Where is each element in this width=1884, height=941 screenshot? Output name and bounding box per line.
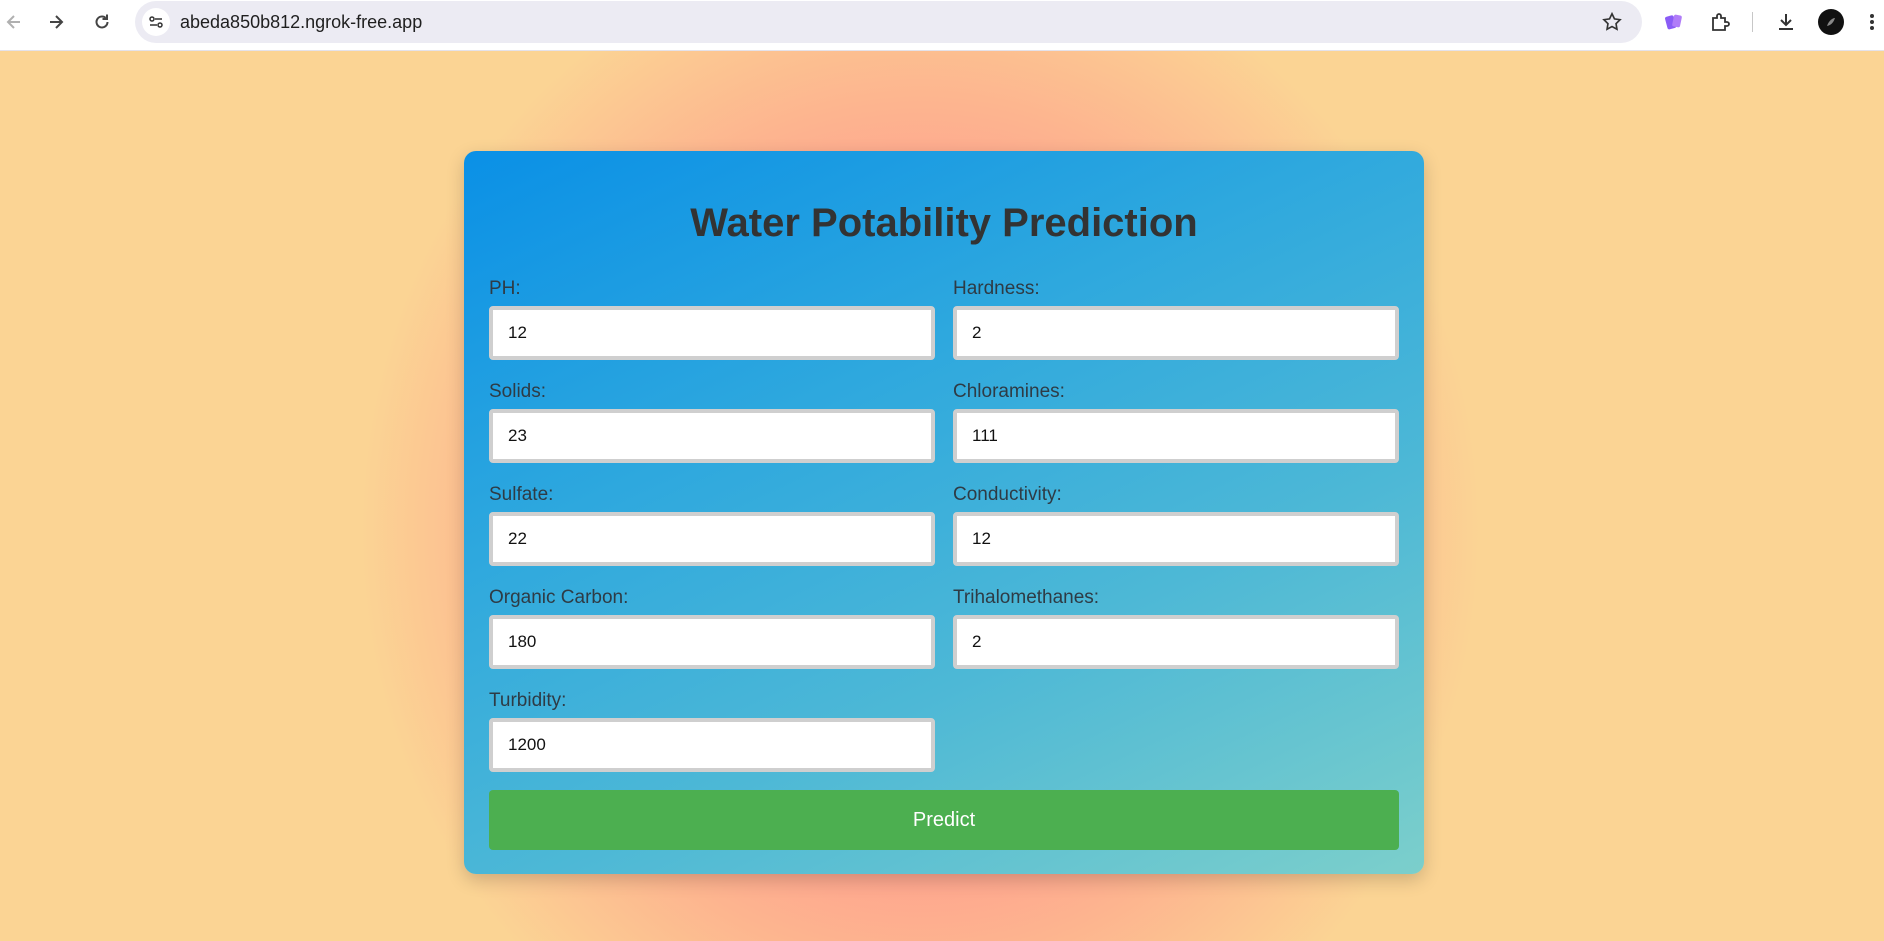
bookmark-star-icon[interactable] <box>1600 10 1624 34</box>
hardness-label: Hardness: <box>953 278 1040 299</box>
toolbar-divider <box>1752 12 1753 32</box>
page-title: Water Potability Prediction <box>690 201 1198 245</box>
trihalomethanes-input[interactable]: 2 <box>953 615 1399 669</box>
chloramines-input[interactable]: 111 <box>953 409 1399 463</box>
page-background: Water Potability Prediction PH: 12 Hardn… <box>0 51 1884 941</box>
hardness-input[interactable]: 2 <box>953 306 1399 360</box>
back-icon[interactable] <box>0 8 28 36</box>
profile-avatar[interactable] <box>1818 9 1844 35</box>
sulfate-input[interactable]: 22 <box>489 512 935 566</box>
hardness-field: Hardness: 2 <box>953 277 1399 360</box>
turbidity-field: Turbidity: 1200 <box>489 689 935 772</box>
organic-carbon-label: Organic Carbon: <box>489 587 629 608</box>
menu-kebab-icon[interactable] <box>1862 8 1882 36</box>
organic-carbon-field: Organic Carbon: 180 <box>489 586 935 669</box>
conductivity-field: Conductivity: 12 <box>953 483 1399 566</box>
trihalomethanes-label: Trihalomethanes: <box>953 587 1100 608</box>
ph-field: PH: 12 <box>489 277 935 360</box>
conductivity-label: Conductivity: <box>953 484 1062 505</box>
extensions-puzzle-icon[interactable] <box>1706 8 1734 36</box>
predict-button[interactable]: Predict <box>489 790 1399 850</box>
url-text: abeda850b812.ngrok-free.app <box>180 12 423 32</box>
solids-field: Solids: 23 <box>489 380 935 463</box>
browser-toolbar: abeda850b812.ngrok-free.app <box>0 0 1884 51</box>
extension-dice-icon[interactable] <box>1660 8 1688 36</box>
sulfate-label: Sulfate: <box>489 484 554 505</box>
forward-icon[interactable] <box>42 8 70 36</box>
download-icon[interactable] <box>1772 8 1800 36</box>
ph-label: PH: <box>489 278 521 299</box>
turbidity-input[interactable]: 1200 <box>489 718 935 772</box>
prediction-form-card: Water Potability Prediction PH: 12 Hardn… <box>464 151 1424 874</box>
sulfate-field: Sulfate: 22 <box>489 483 935 566</box>
turbidity-label: Turbidity: <box>489 690 567 711</box>
ph-input[interactable]: 12 <box>489 306 935 360</box>
solids-label: Solids: <box>489 381 547 402</box>
chloramines-label: Chloramines: <box>953 381 1065 402</box>
trihalomethanes-field: Trihalomethanes: 2 <box>953 586 1399 669</box>
conductivity-input[interactable]: 12 <box>953 512 1399 566</box>
organic-carbon-input[interactable]: 180 <box>489 615 935 669</box>
address-bar[interactable]: abeda850b812.ngrok-free.app <box>135 1 1642 43</box>
chloramines-field: Chloramines: 111 <box>953 380 1399 463</box>
reload-icon[interactable] <box>88 8 116 36</box>
site-info-icon[interactable] <box>142 8 170 36</box>
solids-input[interactable]: 23 <box>489 409 935 463</box>
